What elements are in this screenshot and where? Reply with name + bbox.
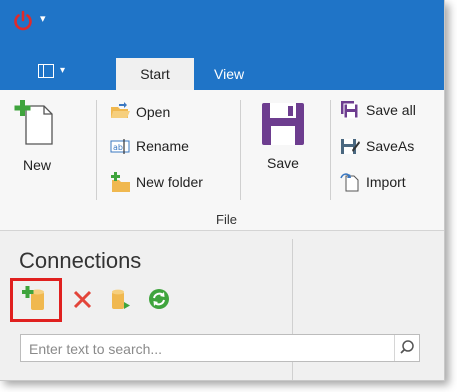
app-menu-icon[interactable]: ▾	[38, 62, 82, 82]
save-as-label: SaveAs	[366, 138, 415, 154]
save-label: Save	[267, 155, 299, 171]
open-folder-icon	[111, 102, 130, 118]
search-icon	[400, 340, 414, 354]
save-all-button[interactable]: Save all	[340, 98, 416, 122]
save-button[interactable]: Save	[258, 100, 308, 171]
open-label: Open	[136, 104, 171, 120]
new-document-icon	[14, 100, 53, 145]
tab-start[interactable]: Start	[116, 58, 194, 90]
save-icon	[262, 103, 304, 145]
separator	[330, 100, 331, 200]
separator	[240, 100, 241, 200]
import-label: Import	[366, 174, 406, 190]
new-folder-button[interactable]: New folder	[110, 170, 203, 194]
title-bar: ▾ ▾ Start View	[0, 0, 444, 90]
import-button[interactable]: Import	[340, 170, 406, 194]
search-button[interactable]	[394, 335, 419, 361]
save-as-button[interactable]: SaveAs	[340, 134, 414, 158]
app-window: ▾ ▾ Start View New Open ab Rename New fo…	[0, 0, 445, 381]
new-label: New	[22, 157, 51, 173]
power-icon[interactable]	[12, 10, 34, 32]
search-input[interactable]	[27, 338, 391, 360]
quick-access-dropdown-icon[interactable]: ▾	[40, 12, 46, 26]
import-icon	[340, 173, 359, 192]
rename-button[interactable]: ab Rename	[110, 134, 189, 158]
refresh-icon[interactable]	[146, 286, 172, 312]
ribbon: New Open ab Rename New folder Save Save …	[0, 90, 444, 231]
rename-label: Rename	[136, 138, 189, 154]
panel-title: Connections	[19, 248, 142, 273]
new-folder-icon	[111, 172, 130, 192]
connect-icon[interactable]	[106, 286, 132, 312]
group-file-label: File	[216, 212, 237, 227]
rename-icon: ab	[110, 139, 130, 154]
search-box	[20, 334, 420, 362]
add-connection-highlight	[10, 278, 62, 322]
save-as-icon	[341, 139, 360, 154]
new-folder-label: New folder	[136, 174, 203, 190]
connections-panel: Connections	[0, 231, 444, 380]
open-button[interactable]: Open	[110, 100, 170, 124]
separator	[96, 100, 97, 200]
save-all-icon	[341, 101, 359, 119]
delete-icon[interactable]	[70, 286, 96, 312]
svg-text:ab: ab	[113, 143, 123, 152]
new-button[interactable]: New	[12, 98, 62, 173]
save-all-label: Save all	[366, 102, 416, 118]
tab-view[interactable]: View	[214, 58, 244, 90]
